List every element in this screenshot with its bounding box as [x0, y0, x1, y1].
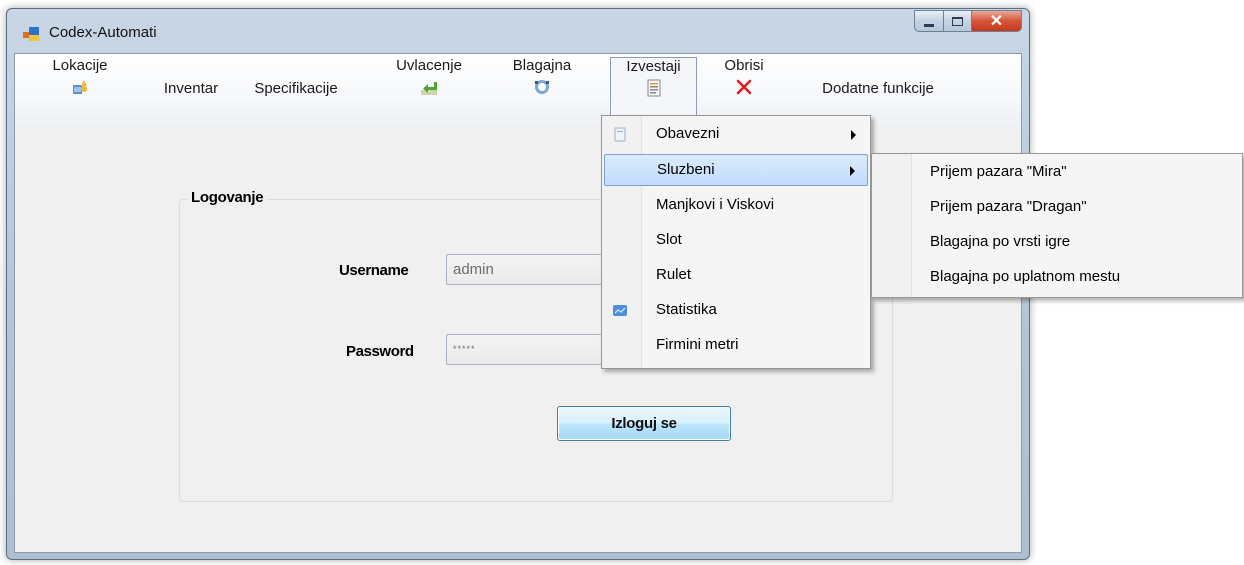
- menu-item-label: Rulet: [656, 266, 692, 283]
- menu-blagajna[interactable]: Blagajna: [507, 57, 577, 117]
- menu-item-label: Slot: [656, 231, 682, 248]
- location-icon: [73, 80, 87, 94]
- menu-item-statistika[interactable]: Statistika: [604, 295, 868, 327]
- menu-obrisi[interactable]: Obrisi: [715, 57, 773, 117]
- menu-specifikacije[interactable]: Specifikacije: [241, 57, 351, 117]
- app-icon: [23, 27, 39, 41]
- maximize-button[interactable]: [944, 10, 972, 32]
- menu-item-label: Sluzbeni: [657, 161, 715, 178]
- caption-buttons: ✕: [914, 10, 1022, 32]
- menu-item-label: Blagajna po uplatnom mestu: [930, 268, 1121, 285]
- menu-item-label: Manjkovi i Viskovi: [656, 196, 775, 213]
- menu-item-sluzbeni[interactable]: Sluzbeni: [604, 154, 868, 186]
- submenu-item-blagajna-vrsti-igre[interactable]: Blagajna po vrsti igre: [874, 227, 1240, 259]
- menu-item-label: Statistika: [656, 301, 717, 318]
- login-group-title: Logovanje: [187, 189, 268, 206]
- logout-button[interactable]: Izloguj se: [557, 406, 731, 441]
- report-icon: [647, 79, 660, 97]
- menu-uvlacenje[interactable]: Uvlacenje: [387, 57, 471, 117]
- minimize-button[interactable]: [914, 10, 944, 32]
- menu-item-obavezni[interactable]: Obavezni: [604, 119, 868, 151]
- document-icon: [614, 127, 626, 142]
- izvestaji-dropdown: Obavezni Sluzbeni Manjkovi i Viskovi Slo…: [601, 115, 871, 369]
- submenu-arrow-icon: [850, 166, 855, 176]
- title-bar[interactable]: Codex-Automati ✕: [7, 9, 1029, 53]
- menu-lokacije-label: Lokacije: [52, 57, 108, 74]
- submenu-item-blagajna-uplatnom-mestu[interactable]: Blagajna po uplatnom mestu: [874, 262, 1240, 294]
- submenu-item-prijem-dragan[interactable]: Prijem pazara "Dragan": [874, 192, 1240, 224]
- menu-lokacije[interactable]: Lokacije: [45, 57, 115, 117]
- menu-item-manjkovi[interactable]: Manjkovi i Viskovi: [604, 190, 868, 222]
- menu-item-slot[interactable]: Slot: [604, 225, 868, 257]
- username-label: Username: [339, 262, 409, 279]
- delete-icon: [736, 79, 752, 95]
- menu-izvestaji[interactable]: Izvestaji: [610, 57, 697, 117]
- menu-blagajna-label: Blagajna: [512, 57, 572, 74]
- sluzbeni-submenu: Prijem pazara "Mira" Prijem pazara "Drag…: [871, 153, 1243, 298]
- menu-item-label: Firmini metri: [656, 336, 739, 353]
- menu-item-label: Blagajna po vrsti igre: [930, 233, 1071, 250]
- minimize-icon: [924, 23, 934, 27]
- import-arrow-icon: [421, 82, 437, 95]
- close-icon: ✕: [989, 13, 1004, 30]
- menu-dodatne-label: Dodatne funkcije: [822, 80, 934, 97]
- menu-obrisi-label: Obrisi: [724, 57, 764, 74]
- password-label: Password: [346, 343, 414, 360]
- menu-uvlacenje-label: Uvlacenje: [396, 57, 462, 74]
- menu-inventar-label: Inventar: [163, 80, 219, 97]
- menu-item-label: Prijem pazara "Dragan": [930, 198, 1087, 215]
- close-button[interactable]: ✕: [972, 10, 1022, 32]
- menu-specifikacije-label: Specifikacije: [254, 80, 338, 97]
- menu-item-rulet[interactable]: Rulet: [604, 260, 868, 292]
- statistics-icon: [613, 305, 627, 316]
- menu-item-label: Obavezni: [656, 125, 720, 142]
- menu-item-firmini-metri[interactable]: Firmini metri: [604, 330, 868, 362]
- maximize-icon: [952, 16, 963, 26]
- menu-izvestaji-label: Izvestaji: [626, 58, 681, 75]
- submenu-arrow-icon: [851, 130, 856, 140]
- cash-register-icon: [535, 80, 549, 94]
- submenu-item-prijem-mira[interactable]: Prijem pazara "Mira": [874, 157, 1240, 189]
- menu-inventar[interactable]: Inventar: [151, 57, 231, 117]
- screen: Codex-Automati ✕ Lokacije Inventar Speci…: [0, 0, 1244, 565]
- window-title: Codex-Automati: [49, 24, 157, 41]
- menu-dodatne-funkcije[interactable]: Dodatne funkcije: [793, 57, 963, 117]
- menu-item-label: Prijem pazara "Mira": [930, 163, 1067, 180]
